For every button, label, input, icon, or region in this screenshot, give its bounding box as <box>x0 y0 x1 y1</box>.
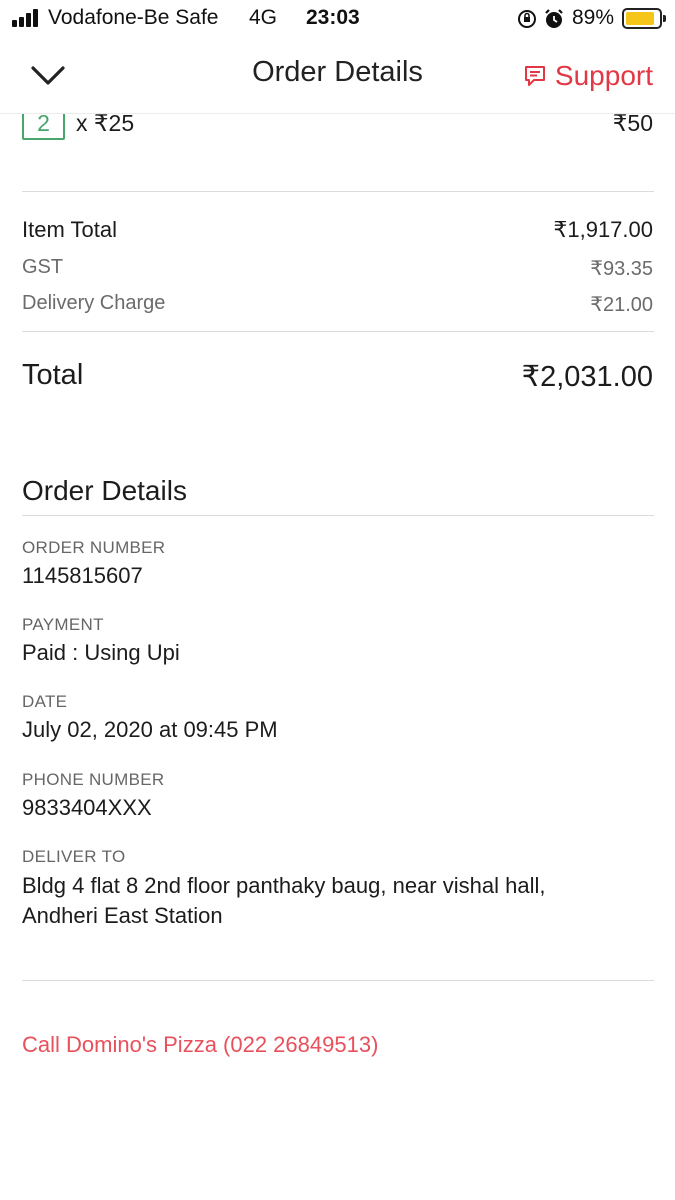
total-value: ₹2,031.00 <box>521 361 653 393</box>
support-button[interactable]: Support <box>523 56 653 96</box>
network-type: 4G <box>249 6 278 29</box>
phone-number-label: PHONE NUMBER <box>22 770 165 789</box>
deliver-address-line1: Bldg 4 flat 8 2nd floor panthaky baug, n… <box>22 873 546 898</box>
order-number-value: 1145815607 <box>22 563 143 588</box>
alarm-icon <box>545 9 563 28</box>
battery-level <box>626 12 654 25</box>
battery-percent: 89% <box>572 6 615 29</box>
app-header: Order Details Support <box>0 38 675 114</box>
battery-icon <box>622 8 666 29</box>
payment-label: PAYMENT <box>22 615 104 634</box>
item-line-total: ₹50 <box>612 114 653 136</box>
item-unit-price: x ₹25 <box>76 114 135 136</box>
delivery-charge-value: ₹21.00 <box>590 294 653 316</box>
order-details-heading: Order Details <box>22 475 187 506</box>
item-total-label: Item Total <box>22 217 117 242</box>
order-number-label: ORDER NUMBER <box>22 538 166 557</box>
gst-label: GST <box>22 256 64 278</box>
divider <box>22 980 654 981</box>
total-label: Total <box>22 359 84 391</box>
item-total-value: ₹1,917.00 <box>553 217 653 242</box>
payment-value: Paid : Using Upi <box>22 640 180 665</box>
item-quantity-badge: 2 <box>22 114 65 140</box>
divider <box>22 331 654 332</box>
deliver-to-label: DELIVER TO <box>22 847 126 866</box>
signal-strength-icon <box>12 9 42 27</box>
status-bar: Vodafone-Be Safe 4G 23:03 89% <box>0 0 675 38</box>
delivery-charge-label: Delivery Charge <box>22 292 166 314</box>
chat-bubble-icon <box>524 66 545 86</box>
carrier-name: Vodafone-Be Safe <box>48 6 219 29</box>
gst-value: ₹93.35 <box>590 258 653 280</box>
status-time: 23:03 <box>306 6 360 29</box>
date-value: July 02, 2020 at 09:45 PM <box>22 717 278 742</box>
item-row-clip: 2 x ₹25 ₹50 <box>0 114 675 194</box>
divider <box>22 515 654 516</box>
date-label: DATE <box>22 692 68 711</box>
orientation-lock-icon <box>518 10 536 28</box>
support-label: Support <box>554 60 653 91</box>
deliver-address-line2: Andheri East Station <box>22 903 223 928</box>
divider <box>22 191 654 192</box>
phone-number-value: 9833404XXX <box>22 795 152 820</box>
call-store-link[interactable]: Call Domino's Pizza (022 26849513) <box>22 1032 378 1058</box>
